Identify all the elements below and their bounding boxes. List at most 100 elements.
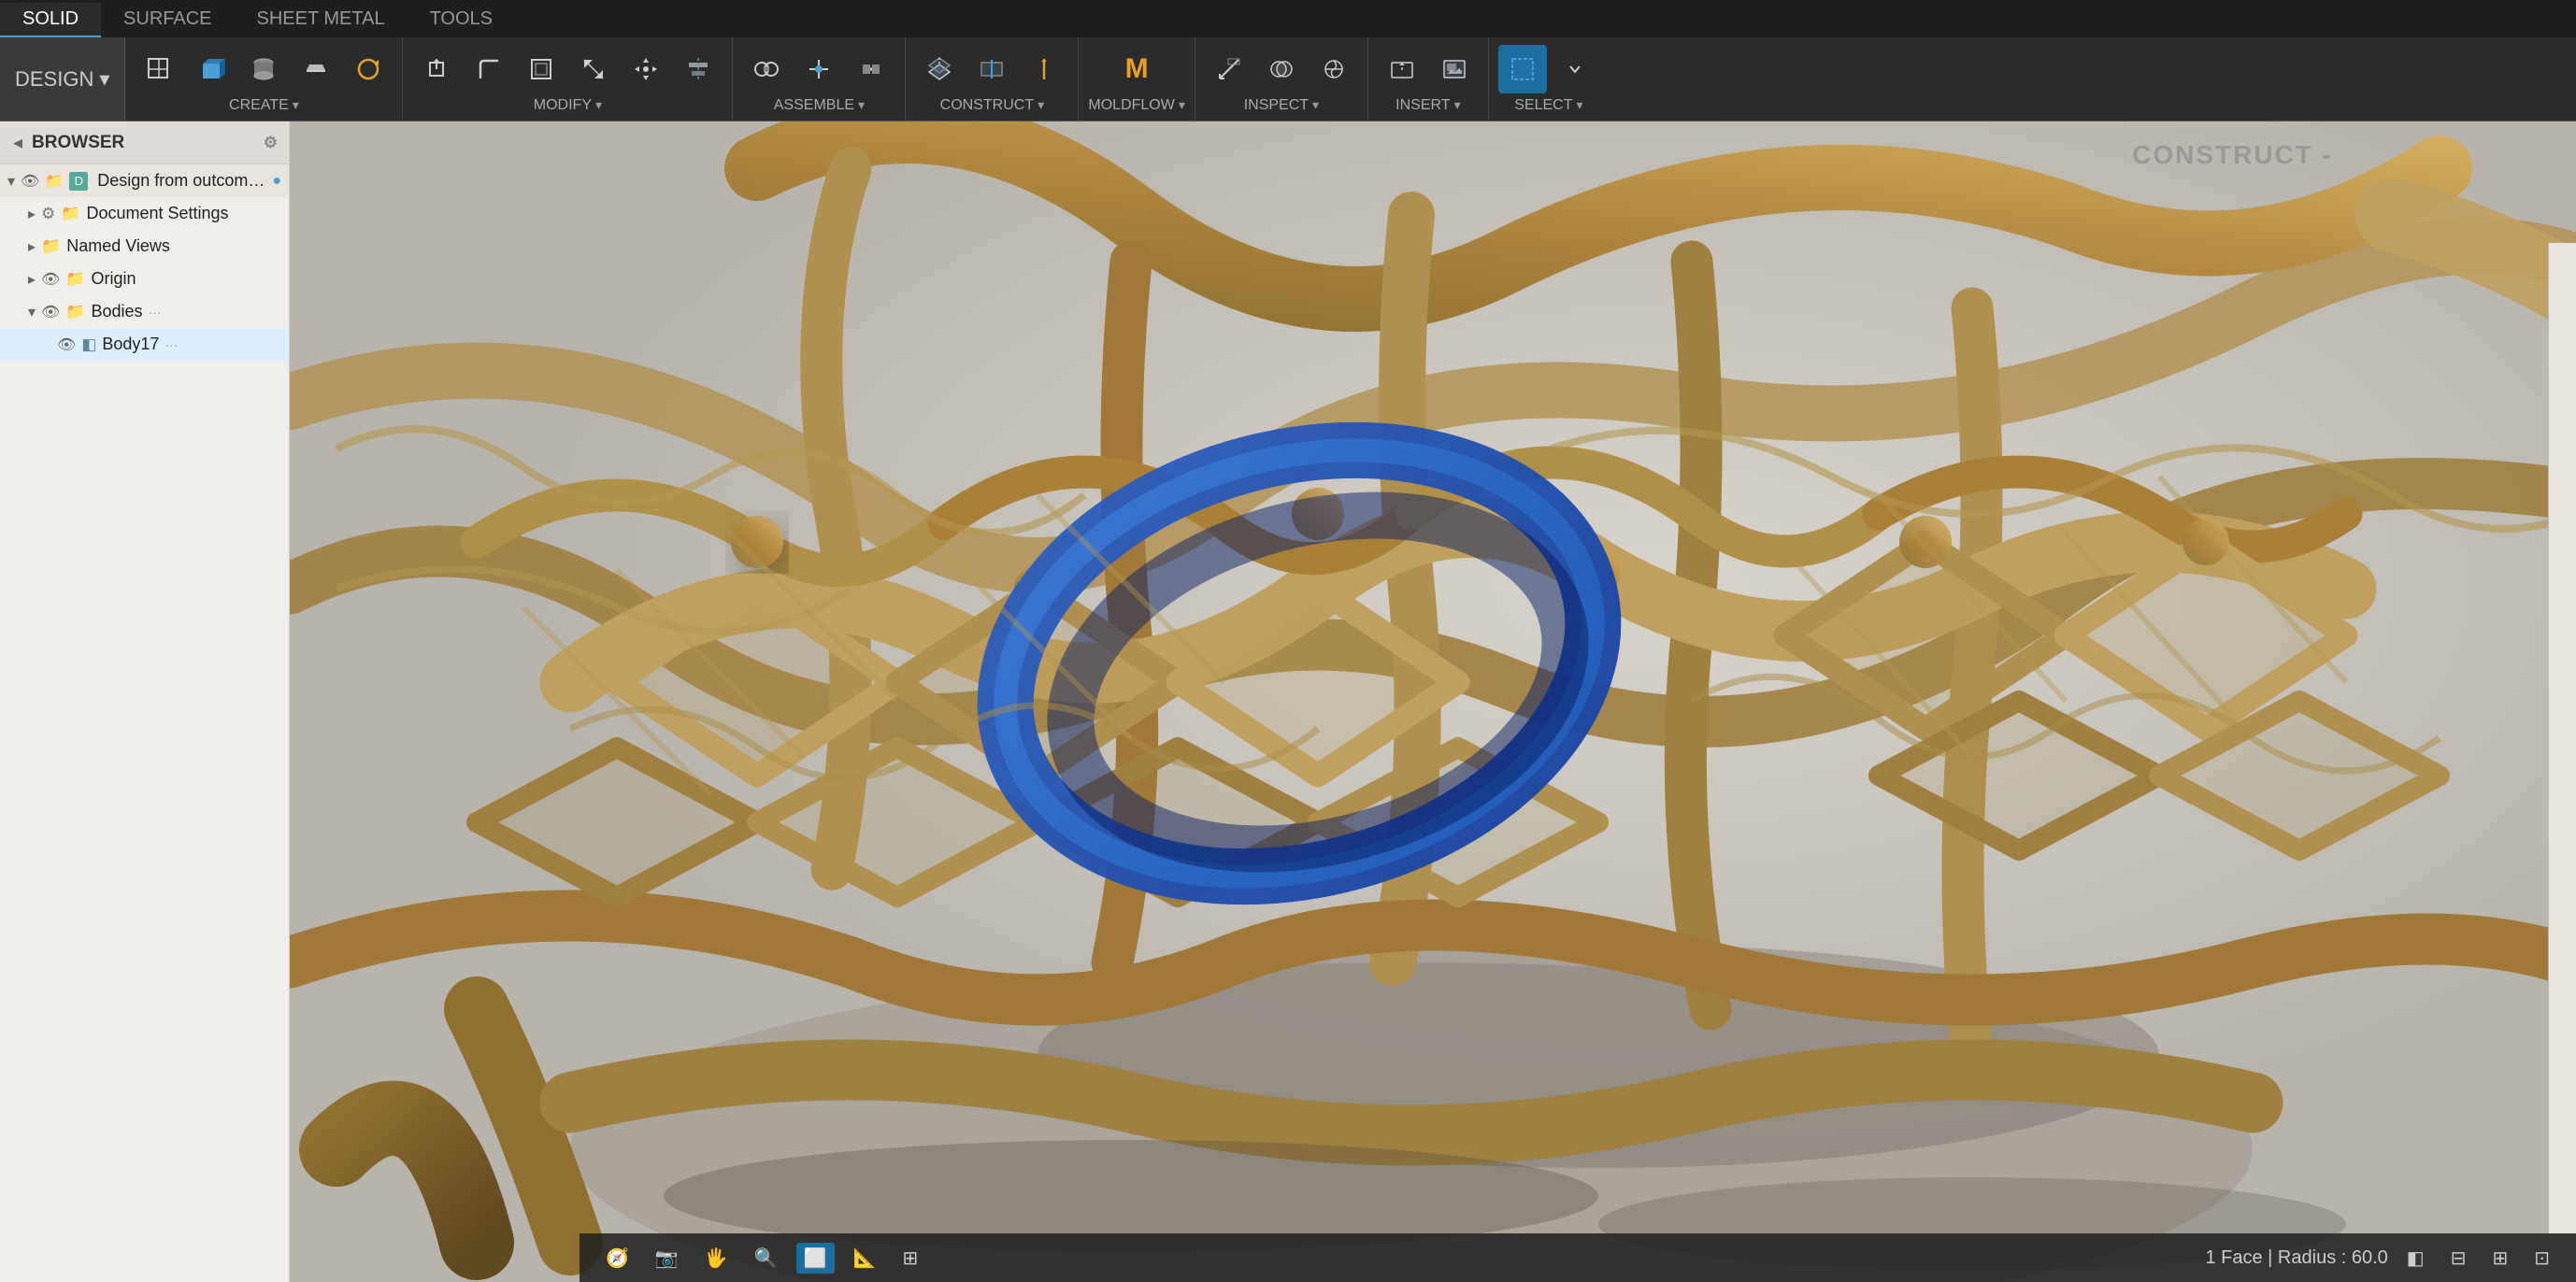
select-arrow: ▾ [1577, 97, 1583, 113]
doc-settings-gear-icon: ⚙ [41, 205, 55, 223]
insert-label: INSERT [1395, 97, 1450, 114]
create-extrude-btn[interactable] [292, 45, 340, 93]
tab-solid[interactable]: SOLID [0, 3, 101, 37]
tree-item-named-views[interactable]: 📁 Named Views [0, 230, 289, 263]
statusbar-settings-btn[interactable]: ⊡ [2526, 1243, 2557, 1274]
status-text: 1 Face | Radius : 60.0 [2205, 1247, 2387, 1269]
browser-header: ◂ BROWSER ⚙ [0, 121, 289, 164]
right-ruler [2548, 243, 2576, 1233]
create-label: CREATE [229, 97, 289, 114]
assemble-label: ASSEMBLE [774, 97, 854, 114]
insert-canvas-btn[interactable] [1430, 45, 1479, 93]
toolbar-group-create: CREATE ▾ [125, 37, 403, 121]
inspect-display-btn[interactable] [1309, 45, 1358, 93]
browser-title: BROWSER [32, 133, 124, 153]
body17-eye-icon: 👁 [57, 335, 76, 354]
construct-label: CONSTRUCT [940, 97, 1034, 114]
design-button[interactable]: DESIGN ▾ [0, 37, 125, 121]
assemble-joint-btn[interactable] [742, 45, 791, 93]
construct-axis-btn[interactable] [1020, 45, 1068, 93]
viewport[interactable]: CONSTRUCT - 🧭 📷 🖐 🔍 ⬜ 📐 ⊞ 1 Face | Radiu… [290, 121, 2576, 1282]
create-arrow: ▾ [293, 97, 299, 113]
select-window-btn[interactable] [1498, 45, 1547, 93]
toolbar-group-assemble: ASSEMBLE ▾ [733, 37, 906, 121]
insert-arrow: ▾ [1454, 97, 1461, 113]
moldflow-label: MOLDFLOW [1088, 97, 1174, 114]
modify-label: MODIFY [534, 97, 592, 114]
tab-tools[interactable]: TOOLS [408, 3, 515, 37]
toolbar-group-modify: MODIFY ▾ [403, 37, 733, 121]
construct-viewport-label: CONSTRUCT - [2132, 140, 2333, 170]
modify-shell-btn[interactable] [517, 45, 565, 93]
statusbar-zoom-btn[interactable]: 🔍 [747, 1243, 785, 1274]
browser-options[interactable]: ⚙ [264, 134, 278, 152]
statusbar-display-mode-btn[interactable]: ⬜ [796, 1243, 835, 1274]
root-expand-icon [7, 172, 15, 191]
statusbar: 🧭 📷 🖐 🔍 ⬜ 📐 ⊞ 1 Face | Radius : 60.0 ◧ ⊟… [580, 1233, 2576, 1282]
inspect-interference-btn[interactable] [1257, 45, 1306, 93]
root-folder-icon: 📁 [45, 172, 64, 191]
statusbar-render-btn[interactable]: ⊞ [2484, 1243, 2515, 1274]
toolbar-group-moldflow: M MOLDFLOW ▾ [1079, 37, 1195, 121]
origin-eye-icon: 👁 [41, 270, 60, 289]
bodies-label: Bodies [92, 302, 143, 321]
modify-fillet-btn[interactable] [465, 45, 513, 93]
create-revolve-btn[interactable] [344, 45, 393, 93]
select-dropdown-btn[interactable] [1551, 45, 1599, 93]
modify-arrow: ▾ [595, 97, 602, 113]
statusbar-grid2-btn[interactable]: ⊟ [2443, 1243, 2474, 1274]
browser-collapse-btn[interactable]: ◂ [11, 129, 24, 156]
assemble-rigid-btn[interactable] [847, 45, 895, 93]
bodies-folder-icon: 📁 [65, 303, 85, 321]
tab-sheet-metal[interactable]: SHEET METAL [235, 3, 408, 37]
doc-settings-label: Document Settings [86, 204, 228, 223]
modify-move-btn[interactable] [622, 45, 670, 93]
statusbar-right: 1 Face | Radius : 60.0 ◧ ⊟ ⊞ ⊡ [2205, 1243, 2557, 1274]
toolbar-group-inspect: INSPECT ▾ [1195, 37, 1368, 121]
modify-scale-btn[interactable] [569, 45, 618, 93]
named-views-label: Named Views [66, 236, 170, 256]
root-active-indicator: ● [272, 173, 281, 190]
moldflow-btn[interactable]: M [1109, 45, 1165, 93]
construct-midplane-btn[interactable] [967, 45, 1016, 93]
statusbar-pan-btn[interactable]: 🖐 [697, 1243, 736, 1274]
tree-item-root[interactable]: 👁 📁 D Design from outcome with th... ● [0, 164, 289, 197]
body17-body-icon: ◧ [81, 335, 96, 354]
tree-item-body17[interactable]: 👁 ◧ Body17 ··· [0, 328, 289, 361]
main-toolbar: DESIGN ▾ [0, 37, 2576, 121]
named-views-folder-icon: 📁 [41, 237, 61, 256]
inspect-arrow: ▾ [1312, 97, 1319, 113]
origin-expand-icon [28, 270, 36, 289]
root-type-icon: D [69, 172, 88, 191]
bodies-expand-icon [28, 303, 36, 321]
statusbar-left: 🧭 📷 🖐 🔍 ⬜ 📐 ⊞ [598, 1243, 925, 1274]
body17-ellipsis: ··· [165, 337, 178, 352]
tab-surface[interactable]: SURFACE [101, 3, 234, 37]
tree-item-bodies[interactable]: 👁 📁 Bodies ··· [0, 295, 289, 328]
construct-offset-plane-btn[interactable] [915, 45, 964, 93]
statusbar-visual-style-btn[interactable]: ⊞ [894, 1243, 925, 1274]
modify-press-pull-btn[interactable] [412, 45, 461, 93]
statusbar-view-cube-btn[interactable]: ◧ [2399, 1243, 2432, 1274]
statusbar-navigate-btn[interactable]: 🧭 [598, 1243, 637, 1274]
tree-item-origin[interactable]: 👁 📁 Origin [0, 263, 289, 295]
toolbar-group-insert: INSERT ▾ [1368, 37, 1489, 121]
inspect-measure-btn[interactable] [1205, 45, 1253, 93]
assemble-origin-btn[interactable] [794, 45, 843, 93]
toolbar-group-select: SELECT ▾ [1489, 37, 1609, 121]
tree-item-document-settings[interactable]: ⚙ 📁 Document Settings [0, 197, 289, 230]
doc-settings-folder-icon: 📁 [61, 205, 80, 223]
design-label: DESIGN [15, 67, 93, 92]
create-new-component-btn[interactable] [135, 45, 183, 93]
bodies-eye-icon: 👁 [41, 303, 60, 321]
create-cylinder-btn[interactable] [239, 45, 288, 93]
modify-align-btn[interactable] [674, 45, 723, 93]
statusbar-camera-btn[interactable]: 📷 [648, 1243, 686, 1274]
select-label: SELECT [1514, 97, 1572, 114]
construct-arrow: ▾ [1038, 97, 1044, 113]
statusbar-grid-btn[interactable]: 📐 [846, 1243, 884, 1274]
insert-svg-btn[interactable] [1378, 45, 1426, 93]
browser-sidebar: ◂ BROWSER ⚙ 👁 📁 D Design from outcome wi… [0, 121, 290, 1282]
create-box-btn[interactable] [187, 45, 236, 93]
assemble-arrow: ▾ [858, 97, 865, 113]
